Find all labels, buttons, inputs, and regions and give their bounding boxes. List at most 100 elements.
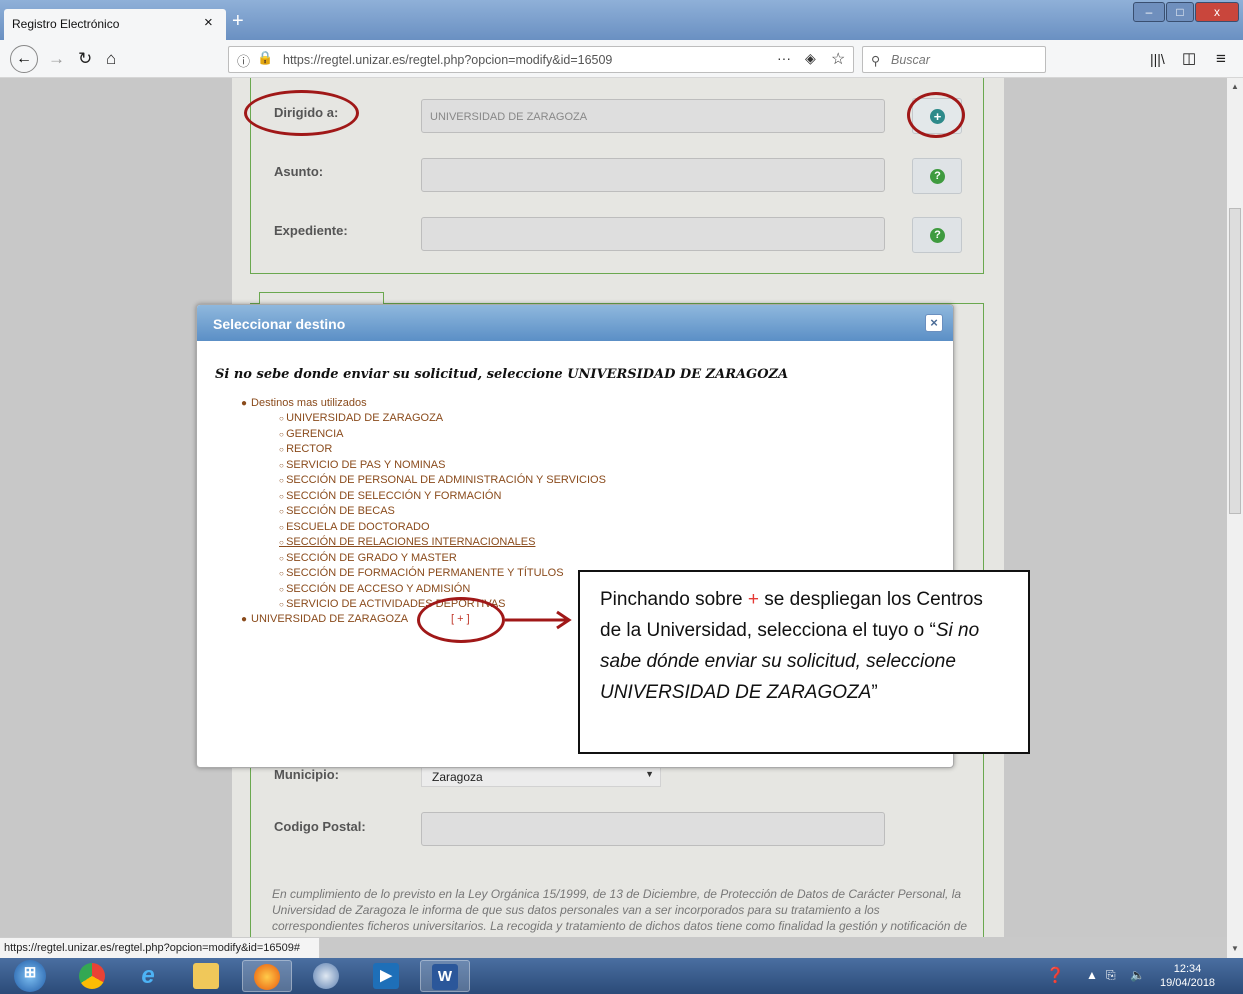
url-text[interactable]: https://regtel.unizar.es/regtel.php?opci… (283, 53, 612, 67)
network-icon[interactable]: ⎘ (1106, 968, 1116, 983)
volume-icon[interactable]: 🔈 (1130, 968, 1145, 982)
close-window-button[interactable]: x (1195, 2, 1239, 22)
folder-icon (193, 963, 219, 989)
status-bar-url: https://regtel.unizar.es/regtel.php?opci… (0, 937, 320, 958)
dialog-title: Seleccionar destino (213, 316, 346, 332)
dialog-close-button[interactable]: × (925, 314, 943, 332)
tree-root-label[interactable]: UNIVERSIDAD DE ZARAGOZA (251, 613, 408, 625)
list-item[interactable]: SECCIÓN DE BECAS (279, 504, 606, 520)
bookmark-star-icon[interactable]: ☆ (831, 49, 845, 69)
maximize-button[interactable]: □ (1166, 2, 1194, 22)
tab-title: Registro Electrónico (12, 17, 120, 31)
search-field[interactable]: ⚲ Buscar (862, 46, 1046, 73)
help-icon: ? (930, 169, 945, 184)
dirigido-input[interactable]: UNIVERSIDAD DE ZARAGOZA (421, 99, 885, 133)
taskbar-thunderbird[interactable] (302, 960, 352, 992)
dialog-hint: Si no sebe donde enviar su solicitud, se… (215, 367, 789, 382)
tree-root-item[interactable]: ● UNIVERSIDAD DE ZARAGOZA (241, 613, 408, 625)
menu-icon[interactable]: ≡ (1216, 49, 1226, 69)
minimize-button[interactable]: – (1133, 2, 1165, 22)
taskbar: ⊞ e ▶ W ❓ ▲ ⎘ 🔈 12:34 19/04/2018 (0, 958, 1243, 994)
taskbar-word[interactable]: W (420, 960, 470, 992)
annotation-ellipse-expand (417, 597, 505, 643)
windows-logo-icon: ⊞ (14, 960, 46, 992)
list-item[interactable]: SECCIÓN DE ACCESO Y ADMISIÓN (279, 582, 606, 598)
internet-explorer-icon: e (141, 962, 155, 989)
list-item[interactable]: SECCIÓN DE RELACIONES INTERNACIONALES (279, 535, 606, 551)
callout-text: Pinchando sobre + se despliegan los Cent… (600, 584, 1000, 708)
new-tab-button[interactable]: + (232, 10, 244, 33)
annotation-ellipse-plus (907, 92, 965, 138)
back-button[interactable]: ← (10, 45, 38, 73)
clock[interactable]: 12:34 19/04/2018 (1160, 962, 1215, 990)
info-icon[interactable]: ⓘ (237, 51, 250, 70)
list-item[interactable]: GERENCIA (279, 427, 606, 443)
tree-group-label[interactable]: Destinos mas utilizados (251, 397, 367, 409)
dialog-header: Seleccionar destino × (197, 305, 953, 341)
scroll-up-icon[interactable]: ▲ (1231, 82, 1239, 91)
codigo-postal-input[interactable] (421, 812, 885, 846)
pocket-icon[interactable]: ◈ (805, 50, 816, 67)
forward-icon[interactable]: → (48, 49, 65, 69)
destination-list: UNIVERSIDAD DE ZARAGOZA GERENCIA RECTOR … (279, 411, 606, 613)
callout-plus: + (747, 589, 759, 610)
chevron-down-icon: ▼ (645, 769, 654, 779)
list-item[interactable]: SECCIÓN DE PERSONAL DE ADMINISTRACIÓN Y … (279, 473, 606, 489)
more-icon[interactable]: ··· (777, 50, 791, 66)
callout-part1: Pinchando sobre (600, 589, 748, 610)
legal-notice: En cumplimiento de lo previsto en la Ley… (272, 887, 968, 937)
home-icon[interactable]: ⌂ (106, 49, 116, 69)
taskbar-explorer[interactable] (182, 960, 232, 992)
browser-tab[interactable]: Registro Electrónico × (4, 9, 226, 40)
list-item[interactable]: ESCUELA DE DOCTORADO (279, 520, 606, 536)
taskbar-ie[interactable]: e (124, 960, 174, 992)
word-icon: W (432, 964, 458, 990)
lock-icon: 🔒 (257, 50, 274, 65)
codigo-postal-label: Codigo Postal: (274, 819, 366, 834)
firefox-icon (254, 964, 280, 990)
asunto-label: Asunto: (274, 164, 324, 179)
annotation-arrow (505, 610, 572, 630)
help-tray-icon[interactable]: ❓ (1046, 966, 1065, 984)
tray-expand-icon[interactable]: ▲ (1086, 968, 1098, 982)
scrollbar-thumb[interactable] (1229, 208, 1241, 514)
tab-close-button[interactable]: × (204, 14, 213, 31)
asunto-help-button[interactable]: ? (912, 158, 962, 194)
clock-time: 12:34 (1173, 963, 1202, 975)
dirigido-value: UNIVERSIDAD DE ZARAGOZA (430, 111, 588, 123)
library-icon[interactable]: |||\ (1150, 49, 1165, 69)
expediente-label: Expediente: (274, 223, 348, 238)
expediente-help-button[interactable]: ? (912, 217, 962, 253)
list-item[interactable]: SECCIÓN DE SELECCIÓN Y FORMACIÓN (279, 489, 606, 505)
list-item[interactable]: UNIVERSIDAD DE ZARAGOZA (279, 411, 606, 427)
municipio-value: Zaragoza (432, 770, 483, 784)
vertical-scrollbar[interactable]: ▲ ▼ (1227, 78, 1243, 958)
list-item[interactable]: SECCIÓN DE GRADO Y MASTER (279, 551, 606, 567)
asunto-input[interactable] (421, 158, 885, 192)
media-player-icon: ▶ (373, 963, 399, 989)
taskbar-firefox[interactable] (242, 960, 292, 992)
reload-icon[interactable]: ↻ (78, 49, 92, 69)
scroll-down-icon[interactable]: ▼ (1231, 944, 1239, 953)
start-button[interactable]: ⊞ (4, 960, 60, 992)
navigation-bar: ← → ↻ ⌂ ⓘ 🔒 https://regtel.unizar.es/reg… (0, 40, 1243, 78)
url-bar[interactable]: ⓘ 🔒 https://regtel.unizar.es/regtel.php?… (228, 46, 854, 73)
sidebar-icon[interactable]: ◫ (1182, 49, 1196, 69)
list-item[interactable]: RECTOR (279, 442, 606, 458)
help-icon: ? (930, 228, 945, 243)
taskbar-chrome[interactable] (68, 960, 118, 992)
thunderbird-icon (313, 963, 339, 989)
taskbar-media[interactable]: ▶ (362, 960, 412, 992)
expediente-input[interactable] (421, 217, 885, 251)
callout-part3: ” (871, 682, 878, 703)
list-item[interactable]: SECCIÓN DE FORMACIÓN PERMANENTE Y TÍTULO… (279, 566, 606, 582)
list-item[interactable]: SERVICIO DE PAS Y NOMINAS (279, 458, 606, 474)
title-bar: Registro Electrónico × + – □ x (0, 0, 1243, 40)
chrome-icon (79, 963, 105, 989)
clock-date: 19/04/2018 (1160, 977, 1216, 989)
search-placeholder: Buscar (891, 53, 930, 67)
annotation-ellipse-dirigido (244, 90, 359, 136)
tree-group[interactable]: ● Destinos mas utilizados (241, 397, 606, 409)
search-icon: ⚲ (871, 54, 881, 68)
annotation-callout: Pinchando sobre + se despliegan los Cent… (578, 570, 1030, 754)
